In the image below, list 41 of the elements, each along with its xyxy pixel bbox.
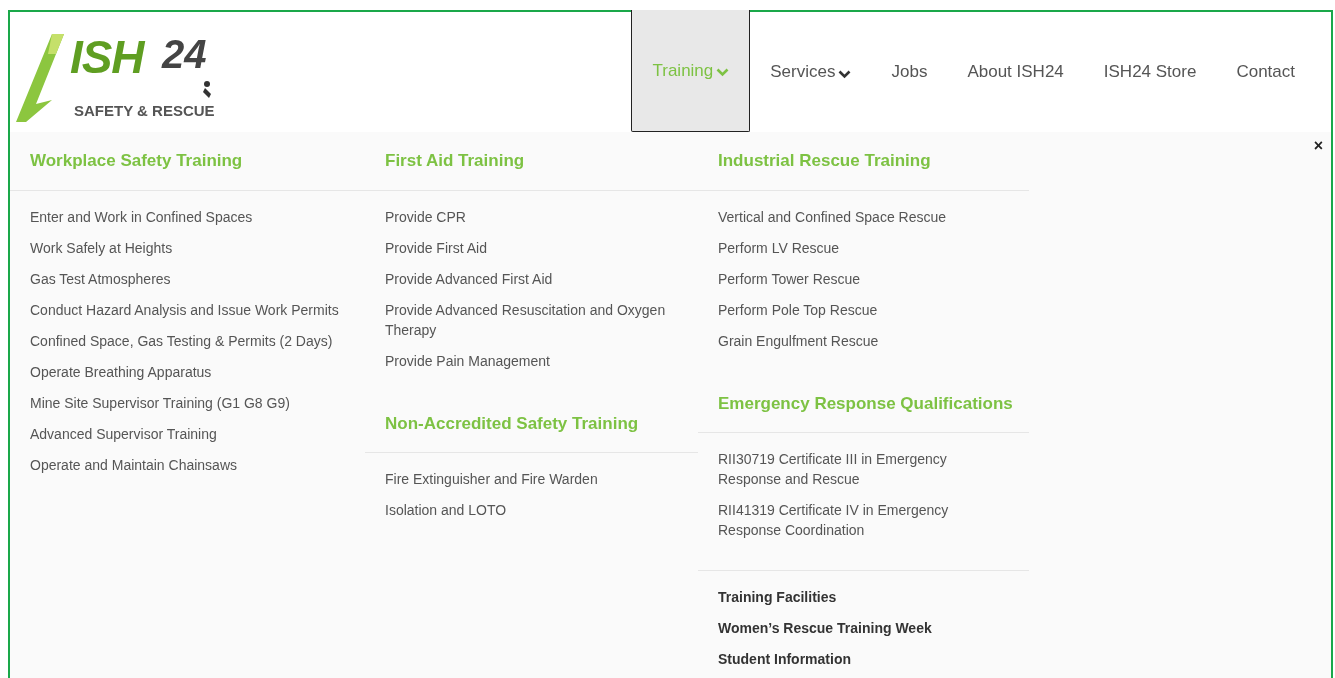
menu-heading: Industrial Rescue Training xyxy=(718,151,931,170)
menu-link[interactable]: Work Safely at Heights xyxy=(30,237,173,258)
nav-item[interactable]: ISH24 Store xyxy=(1083,12,1217,132)
menu-link[interactable]: Vertical and Confined Space Rescue xyxy=(718,206,947,227)
menu-link[interactable]: Confined Space, Gas Testing & Permits (2 Days) xyxy=(30,330,333,351)
menu-link[interactable]: Women’s Rescue Training Week xyxy=(718,618,932,638)
close-button[interactable]: × xyxy=(1313,138,1323,154)
menu-link[interactable]: Conduct Hazard Analysis and Issue Work Permits xyxy=(30,299,339,320)
menu-link[interactable]: Training Facilities xyxy=(718,587,837,607)
menu-link[interactable]: Operate Breathing Apparatus xyxy=(30,361,212,382)
menu-link[interactable]: Student Information xyxy=(718,649,851,669)
menu-link[interactable]: Provide Advanced Resuscitation and Oxygen Therapy xyxy=(385,299,675,340)
menu-link[interactable]: Fire Extinguisher and Fire Warden xyxy=(385,469,598,489)
nav-item[interactable]: Jobs xyxy=(871,12,948,132)
menu-link[interactable]: Isolation and LOTO xyxy=(385,500,507,520)
menu-heading: Emergency Response Qualifications xyxy=(718,393,1013,413)
menu-link[interactable]: RII41319 Certificate IV in Emergency Response Coordination xyxy=(718,500,1008,540)
menu-link[interactable]: Perform Pole Top Rescue xyxy=(718,299,878,320)
menu-link[interactable]: Gas Test Atmospheres xyxy=(30,268,171,289)
menu-heading: Non-Accredited Safety Training xyxy=(385,413,639,433)
menu-link[interactable]: Operate and Maintain Chainsaws xyxy=(30,454,237,475)
menu-link[interactable]: RII30719 Certificate III in Emergency Response and Rescue xyxy=(718,449,1008,489)
logo[interactable]: ISH 24 SAFETY & RESCUE xyxy=(12,12,232,127)
logo-text: ISH xyxy=(70,34,144,80)
menu-link[interactable]: Advanced Supervisor Training xyxy=(30,423,217,444)
menu-link[interactable]: Mine Site Supervisor Training (G1 G8 G9) xyxy=(30,392,290,413)
menu-link[interactable]: Provide Pain Management xyxy=(385,350,550,371)
menu-link[interactable]: Perform LV Rescue xyxy=(718,237,840,258)
nav-item[interactable]: Contact xyxy=(1216,12,1315,132)
menu-heading: First Aid Training xyxy=(385,151,525,170)
menu-link[interactable]: Enter and Work in Confined Spaces xyxy=(30,206,253,227)
menu-link[interactable]: Provide Advanced First Aid xyxy=(385,268,553,289)
menu-link[interactable]: Grain Engulfment Rescue xyxy=(718,330,879,351)
menu-link[interactable]: Provide First Aid xyxy=(385,237,487,258)
nav-item[interactable]: Services xyxy=(750,12,872,132)
nav-item[interactable]: About ISH24 xyxy=(947,12,1084,132)
menu-link[interactable]: Perform Tower Rescue xyxy=(718,268,861,289)
logo-number: 24 xyxy=(162,34,207,74)
logo-tagline: SAFETY & RESCUE xyxy=(74,101,215,121)
menu-link[interactable]: Provide CPR xyxy=(385,206,466,227)
menu-heading: Workplace Safety Training xyxy=(30,151,243,170)
